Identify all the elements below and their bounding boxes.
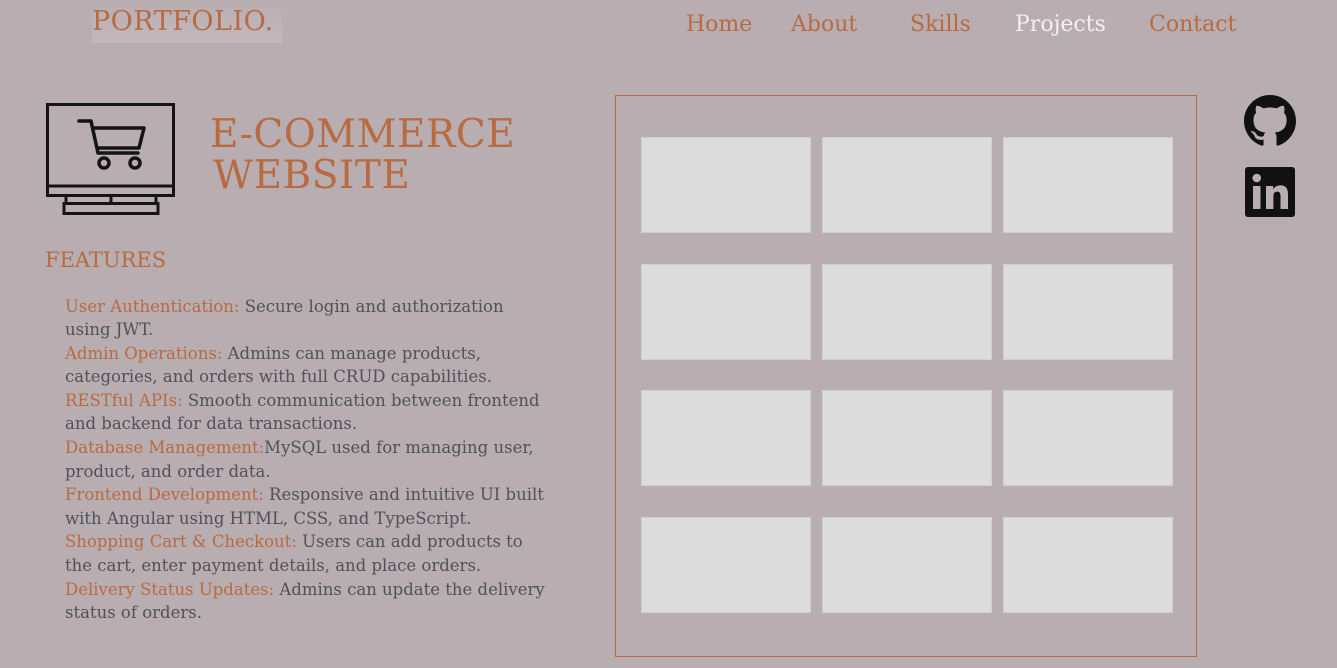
feature-label: Admin Operations: [65,344,223,364]
gallery-thumbnail[interactable] [1003,517,1173,613]
feature-list: User Authentication: Secure login and au… [65,295,545,625]
feature-label: User Authentication: [65,297,240,316]
gallery-thumbnail[interactable] [822,264,992,360]
nav-contact[interactable]: Contact [1149,12,1236,37]
feature-item: Frontend Development: Responsive and int… [65,483,545,530]
feature-label: Shopping Cart & Checkout: [65,532,297,552]
nav-projects[interactable]: Projects [1015,12,1106,37]
gallery-thumbnail[interactable] [1003,264,1173,360]
nav-skills[interactable]: Skills [910,12,971,37]
project-title-line2: WEBSITE [213,153,411,198]
project-title-line1: E-COMMERCE [210,112,516,157]
linkedin-icon[interactable] [1244,166,1296,218]
monitor-cart-icon [46,103,175,215]
gallery-thumbnail[interactable] [641,137,811,233]
feature-item: User Authentication: Secure login and au… [65,295,545,342]
gallery-thumbnail[interactable] [1003,137,1173,233]
gallery-thumbnail[interactable] [822,137,992,233]
gallery-thumbnail[interactable] [1003,390,1173,486]
feature-item: Delivery Status Updates: Admins can upda… [65,578,545,625]
gallery-thumbnail[interactable] [641,264,811,360]
feature-item: RESTful APIs: Smooth communication betwe… [65,389,545,436]
main-nav: Home About Skills Projects Contact [0,12,1337,46]
feature-item: Shopping Cart & Checkout: Users can add … [65,530,545,577]
feature-label: Delivery Status Updates: [65,579,275,599]
screenshot-gallery [615,95,1197,657]
feature-item: Database Management:MySQL used for manag… [65,436,545,483]
feature-label: Frontend Development: [65,485,264,505]
gallery-thumbnail[interactable] [641,390,811,486]
feature-label: Database Management: [65,438,265,458]
feature-item: Admin Operations: Admins can manage prod… [65,342,545,389]
nav-home[interactable]: Home [686,12,752,37]
nav-about[interactable]: About [791,12,857,37]
gallery-thumbnail[interactable] [822,517,992,613]
gallery-thumbnail[interactable] [822,390,992,486]
features-heading: FEATURES [45,248,167,272]
gallery-thumbnail[interactable] [641,517,811,613]
project-title: E-COMMERCE WEBSITE [210,114,515,196]
feature-label: RESTful APIs: [65,391,183,411]
github-icon[interactable] [1244,95,1296,147]
